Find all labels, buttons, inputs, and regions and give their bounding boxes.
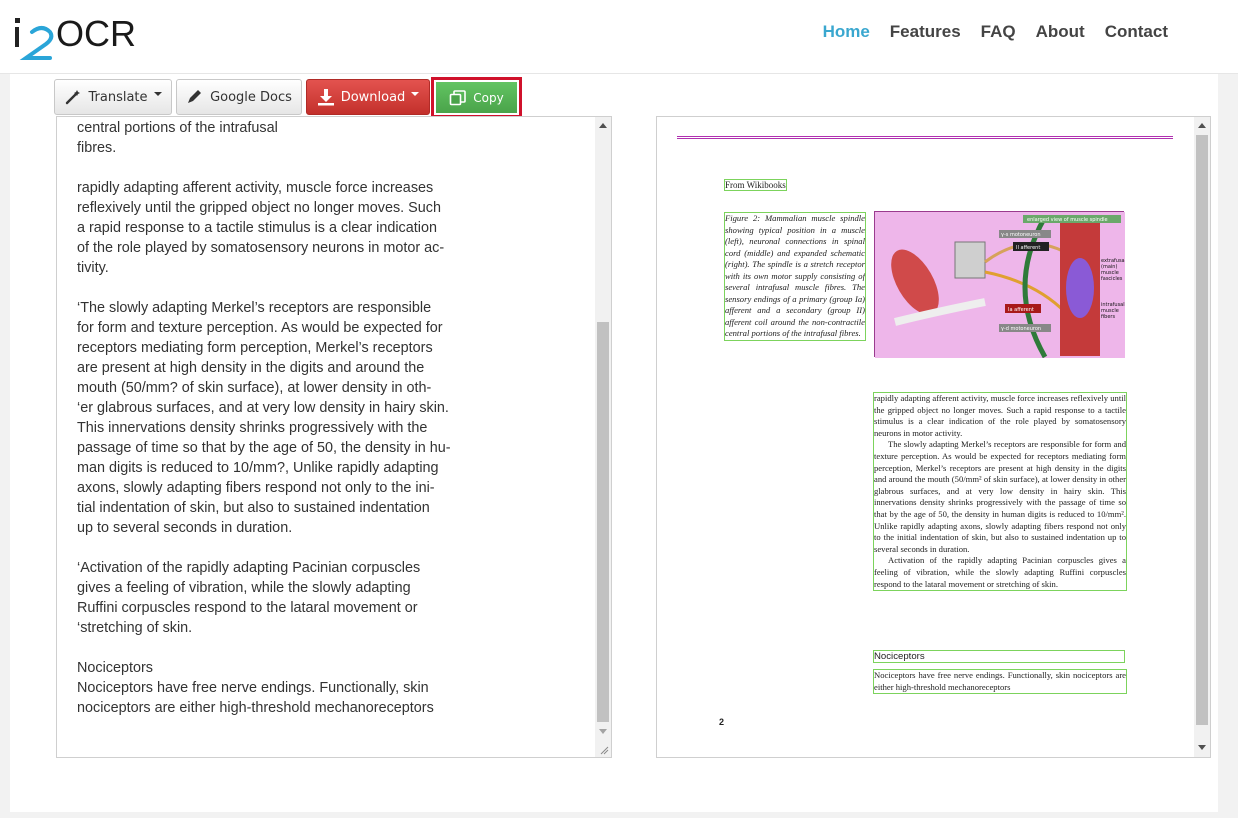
site-header: OCR Home Features FAQ About Contact xyxy=(0,0,1238,74)
pencil-icon xyxy=(188,90,202,103)
chevron-down-icon xyxy=(153,92,162,96)
scroll-up-arrow-icon[interactable] xyxy=(599,123,607,128)
figure-label-ii-afferent: II afferent xyxy=(1016,245,1040,251)
figure-label-gamma-d: γ-d motoneuron xyxy=(1001,326,1041,332)
text-scrollbar[interactable] xyxy=(595,117,611,757)
google-docs-label: Google Docs xyxy=(210,89,292,105)
figure-label-ia-afferent: Ia afferent xyxy=(1008,307,1034,313)
nav-about[interactable]: About xyxy=(1036,22,1085,42)
figure-label-title: enlarged view of muscle spindle xyxy=(1027,217,1108,223)
image-scrollbar[interactable] xyxy=(1194,117,1210,757)
scrollbar-thumb[interactable] xyxy=(597,322,609,722)
copy-button[interactable]: Copy xyxy=(436,82,517,113)
doc-figure-caption: Figure 2: Mammalian muscle spindle showi… xyxy=(724,212,866,341)
figure-label-intrafusal: intrafusal muscle fibers xyxy=(1101,302,1125,320)
ocr-paragraph: Nociceptors Nociceptors have free nerve … xyxy=(77,660,434,716)
doc-page-number: 2 xyxy=(719,717,725,727)
nav-contact[interactable]: Contact xyxy=(1105,22,1168,42)
resize-grip-icon[interactable] xyxy=(599,745,609,755)
i2ocr-logo[interactable]: OCR xyxy=(12,8,152,66)
figure-label-extrafusal: extrafusal (main) muscle fascicles xyxy=(1101,258,1126,282)
logo-text: OCR xyxy=(56,13,136,54)
doc-nociceptors-heading: Nociceptors xyxy=(873,650,1125,663)
figure-label-gamma-s: γ-s motoneuron xyxy=(1001,232,1041,238)
scroll-down-arrow-icon[interactable] xyxy=(599,729,607,734)
doc-body-paragraph: Activation of the rapidly adapting Pacin… xyxy=(874,555,1126,589)
page-top-rule xyxy=(677,136,1173,139)
nav-faq[interactable]: FAQ xyxy=(981,22,1016,42)
translate-button[interactable]: Translate xyxy=(54,79,172,115)
translate-label: Translate xyxy=(88,89,148,105)
doc-body-column: rapidly adapting afferent activity, musc… xyxy=(873,391,1127,592)
ocr-paragraph: ‘The slowly adapting Merkel’s receptors … xyxy=(77,300,451,536)
download-button[interactable]: Download xyxy=(306,79,430,115)
download-label: Download xyxy=(340,89,406,105)
ocr-text-content[interactable]: central portions of the intrafusal fibre… xyxy=(77,118,587,738)
doc-nociceptors-body: Nociceptors have free nerve endings. Fun… xyxy=(873,668,1127,695)
doc-body-paragraph: rapidly adapting afferent activity, musc… xyxy=(874,393,1126,438)
muscle-spindle-figure: enlarged view of muscle spindle γ-s moto… xyxy=(874,211,1126,359)
doc-body-paragraph: The slowly adapting Merkel’s receptors a… xyxy=(874,439,1126,554)
google-docs-button[interactable]: Google Docs xyxy=(176,79,302,115)
ocr-paragraph: ‘Activation of the rapidly adapting Paci… xyxy=(77,560,421,636)
copy-icon xyxy=(449,89,467,105)
copy-button-highlight: Copy xyxy=(431,77,522,118)
nav-home[interactable]: Home xyxy=(823,22,870,42)
ocr-paragraph: rapidly adapting afferent activity, musc… xyxy=(77,180,445,276)
source-image-viewer[interactable]: From Wikibooks Figure 2: Mammalian muscl… xyxy=(656,116,1211,758)
main-nav: Home Features FAQ About Contact xyxy=(823,22,1168,42)
scroll-up-arrow-icon[interactable] xyxy=(1198,123,1206,128)
ocr-paragraph: central portions of the intrafusal fibre… xyxy=(77,120,278,156)
copy-label: Copy xyxy=(473,90,504,105)
chevron-down-icon xyxy=(411,92,420,96)
scroll-down-arrow-icon[interactable] xyxy=(1198,745,1206,750)
download-icon xyxy=(317,89,334,106)
scrollbar-thumb[interactable] xyxy=(1196,135,1208,725)
nav-features[interactable]: Features xyxy=(890,22,961,42)
magic-wand-icon xyxy=(66,90,81,105)
muscle-spindle-illustration: enlarged view of muscle spindle γ-s moto… xyxy=(875,212,1126,359)
doc-from-line: From Wikibooks xyxy=(724,179,787,191)
logo-mark-icon: OCR xyxy=(15,13,136,60)
ocr-text-area[interactable]: central portions of the intrafusal fibre… xyxy=(56,116,612,758)
